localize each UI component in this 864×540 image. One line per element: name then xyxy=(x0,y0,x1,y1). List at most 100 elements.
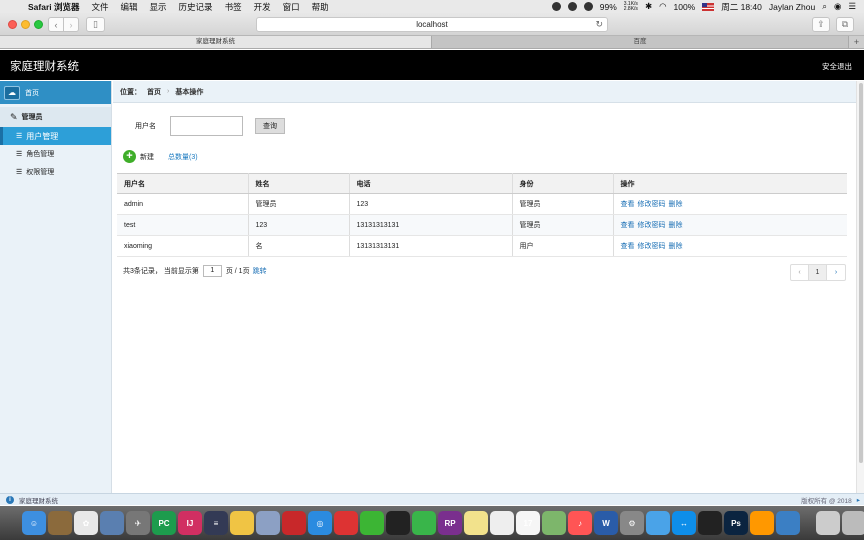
pycharm-icon[interactable]: PC xyxy=(152,511,176,535)
total-count-link[interactable]: 总数量(3) xyxy=(168,152,198,162)
delete-link[interactable]: 删除 xyxy=(669,222,683,229)
menu-bookmarks[interactable]: 书签 xyxy=(219,1,248,13)
qq-2-icon[interactable] xyxy=(698,511,722,535)
username-search-input[interactable] xyxy=(170,116,243,136)
bluetooth-icon[interactable]: ✱ xyxy=(645,1,652,12)
documents-icon[interactable] xyxy=(816,511,840,535)
battery-percent[interactable]: 99% xyxy=(600,2,617,12)
view-link[interactable]: 查看 xyxy=(621,243,635,250)
view-link[interactable]: 查看 xyxy=(621,222,635,229)
intellij-icon[interactable]: IJ xyxy=(178,511,202,535)
safari-icon[interactable]: ◎ xyxy=(308,511,332,535)
record-icon[interactable] xyxy=(551,2,561,11)
wechat-tray-icon[interactable] xyxy=(583,2,593,11)
breadcrumb: 位置： 首页 › 基本操作 xyxy=(113,81,856,103)
clock[interactable]: 周二 18:40 xyxy=(721,1,762,13)
sidebar-item-label: 用户管理 xyxy=(26,131,59,141)
sidebar-home[interactable]: ☁ 首页 xyxy=(0,81,111,104)
zoom-window-button[interactable] xyxy=(34,20,43,29)
list-icon: ☰ xyxy=(16,151,23,158)
menu-view[interactable]: 显示 xyxy=(144,1,173,13)
scroll-thumb[interactable] xyxy=(859,83,863,463)
reload-icon[interactable]: ↻ xyxy=(595,18,603,31)
menu-app-name[interactable]: Safari 浏览器 xyxy=(22,1,86,13)
change-password-link[interactable]: 修改密码 xyxy=(638,201,666,208)
qq-music-icon[interactable] xyxy=(412,511,436,535)
notes-app-icon[interactable] xyxy=(48,511,72,535)
music-icon[interactable]: ♪ xyxy=(568,511,592,535)
change-password-link[interactable]: 修改密码 xyxy=(638,222,666,229)
photoshop-icon[interactable]: Ps xyxy=(724,511,748,535)
redis-icon[interactable] xyxy=(282,511,306,535)
page-scrollbar[interactable] xyxy=(856,81,864,493)
change-password-link[interactable]: 修改密码 xyxy=(638,243,666,250)
word-icon[interactable]: W xyxy=(594,511,618,535)
calendar-icon[interactable]: 17 xyxy=(516,511,540,535)
logout-link[interactable]: 安全退出 xyxy=(822,61,852,72)
wifi-icon[interactable]: ◠ xyxy=(659,1,666,12)
jump-link[interactable]: 跳转 xyxy=(253,266,267,276)
next-page-button[interactable]: › xyxy=(827,265,845,280)
database-icon[interactable] xyxy=(256,511,280,535)
minimize-window-button[interactable] xyxy=(21,20,30,29)
sidebar-item-permission-management[interactable]: ☰ 权限管理 xyxy=(0,163,111,181)
view-link[interactable]: 查看 xyxy=(621,201,635,208)
siri-icon[interactable]: ◉ xyxy=(834,1,841,12)
prev-page-button[interactable]: ‹ xyxy=(791,265,809,280)
teamviewer-icon[interactable]: ↔ xyxy=(672,511,696,535)
address-bar[interactable]: localhost ↻ xyxy=(256,17,608,32)
chevron-right-icon[interactable]: ▸ xyxy=(857,496,860,504)
tab-overview-icon[interactable]: ⧉ xyxy=(836,17,854,32)
system-preferences-icon[interactable]: ⚙ xyxy=(620,511,644,535)
page-button-1[interactable]: 1 xyxy=(809,265,827,280)
finder-icon[interactable]: ☺ xyxy=(22,511,46,535)
tab-baidu[interactable]: 百度 xyxy=(432,36,848,48)
menu-window[interactable]: 窗口 xyxy=(277,1,306,13)
sidebar-item-user-management[interactable]: ☰ 用户管理 xyxy=(0,127,111,145)
spotlight-icon[interactable]: ⌕ xyxy=(822,1,827,12)
delete-link[interactable]: 删除 xyxy=(669,243,683,250)
add-icon[interactable]: + xyxy=(123,150,136,163)
menu-develop[interactable]: 开发 xyxy=(248,1,277,13)
trash-icon[interactable] xyxy=(842,511,864,535)
cyberduck-icon[interactable] xyxy=(230,511,254,535)
launchpad-icon[interactable]: ✈ xyxy=(126,511,150,535)
forward-button[interactable]: › xyxy=(63,17,79,32)
search-button[interactable]: 查询 xyxy=(255,118,285,134)
delete-link[interactable]: 删除 xyxy=(669,201,683,208)
menu-history[interactable]: 历史记录 xyxy=(173,1,219,13)
photos-icon[interactable]: ✿ xyxy=(74,511,98,535)
notification-center-icon[interactable]: ☰ xyxy=(848,1,856,12)
menu-edit[interactable]: 编辑 xyxy=(115,1,144,13)
back-button[interactable]: ‹ xyxy=(48,17,64,32)
maps-icon[interactable] xyxy=(542,511,566,535)
page-number-input[interactable]: 1 xyxy=(202,265,222,277)
cell-role: 管理员 xyxy=(512,193,614,215)
redacted-icon[interactable] xyxy=(334,511,358,535)
reminders-icon[interactable] xyxy=(490,511,514,535)
axure-icon[interactable]: RP xyxy=(438,511,462,535)
stickies-icon[interactable] xyxy=(464,511,488,535)
sidebar-group-admin[interactable]: ✎ 管理员 xyxy=(0,107,111,127)
new-button[interactable]: 新建 xyxy=(140,152,154,162)
qq-tray-icon[interactable] xyxy=(567,2,577,11)
tab-family-finance[interactable]: 家庭理财系统 xyxy=(0,36,432,48)
qq-icon[interactable] xyxy=(386,511,410,535)
sublime-2-icon[interactable] xyxy=(750,511,774,535)
menu-file[interactable]: 文件 xyxy=(86,1,115,13)
user-name[interactable]: Jaylan Zhou xyxy=(769,2,815,12)
input-source-flag-icon[interactable] xyxy=(702,2,715,11)
share-icon[interactable]: ⇪ xyxy=(812,17,830,32)
wechat-icon[interactable] xyxy=(360,511,384,535)
sidebar-toggle-icon[interactable]: ▯ xyxy=(86,17,105,32)
breadcrumb-home[interactable]: 首页 xyxy=(147,87,161,97)
battery-percent-2[interactable]: 100% xyxy=(673,2,695,12)
sublime-icon[interactable]: ≡ xyxy=(204,511,228,535)
browser-icon[interactable] xyxy=(776,511,800,535)
close-window-button[interactable] xyxy=(8,20,17,29)
baidu-netdisk-icon[interactable] xyxy=(646,511,670,535)
preview-icon[interactable] xyxy=(100,511,124,535)
sidebar-item-role-management[interactable]: ☰ 角色管理 xyxy=(0,145,111,163)
menu-help[interactable]: 帮助 xyxy=(306,1,335,13)
new-tab-button[interactable]: + xyxy=(848,36,864,48)
